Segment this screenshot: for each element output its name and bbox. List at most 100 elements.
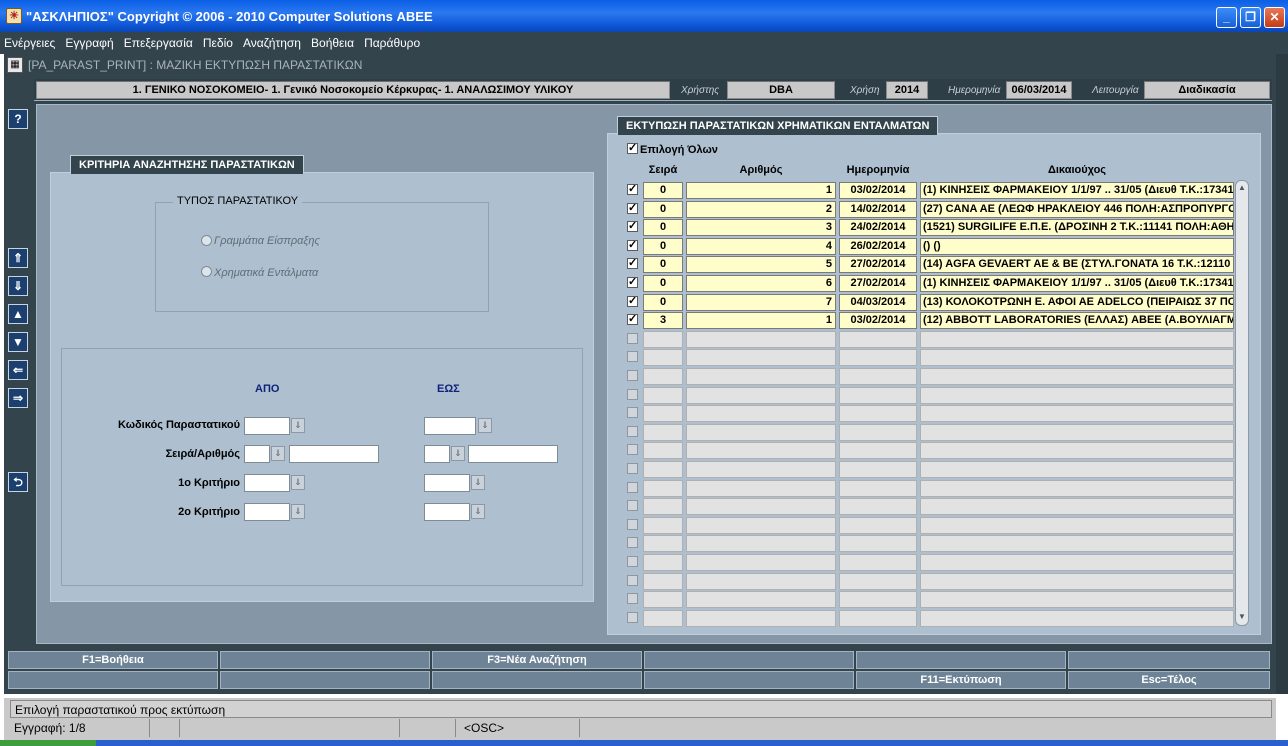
- cell-series[interactable]: [643, 368, 683, 385]
- start-button[interactable]: [0, 740, 96, 746]
- cell-number[interactable]: [686, 554, 836, 571]
- row-checkbox[interactable]: [627, 351, 638, 362]
- cell-beneficiary[interactable]: [920, 368, 1234, 385]
- cell-beneficiary[interactable]: [920, 405, 1234, 422]
- cell-date[interactable]: [839, 349, 917, 366]
- cell-series[interactable]: [643, 573, 683, 590]
- cell-series[interactable]: 3: [643, 312, 683, 329]
- f1-help-button[interactable]: F1=Βοήθεια: [8, 651, 218, 669]
- cell-date[interactable]: [839, 424, 917, 441]
- row-checkbox[interactable]: [627, 519, 638, 530]
- cell-number[interactable]: [686, 610, 836, 627]
- cell-date[interactable]: [839, 405, 917, 422]
- row-checkbox[interactable]: ✓: [627, 258, 638, 269]
- cell-number[interactable]: [686, 535, 836, 552]
- cell-beneficiary[interactable]: [920, 554, 1234, 571]
- menu-actions[interactable]: Ενέργειες: [0, 32, 58, 50]
- undo-button[interactable]: ⮌: [8, 472, 28, 492]
- next-block-button[interactable]: ⇒: [8, 388, 28, 408]
- first-record-button[interactable]: ⇑: [8, 248, 28, 268]
- cell-date[interactable]: 04/03/2014: [839, 294, 917, 311]
- menu-field[interactable]: Πεδίο: [199, 32, 236, 50]
- cell-number[interactable]: [686, 498, 836, 515]
- row-checkbox[interactable]: [627, 444, 638, 455]
- cell-date[interactable]: [839, 331, 917, 348]
- series-from-input[interactable]: [244, 445, 270, 463]
- cell-date[interactable]: [839, 554, 917, 571]
- cell-date[interactable]: 24/02/2014: [839, 219, 917, 236]
- row-checkbox[interactable]: [627, 500, 638, 511]
- cell-beneficiary[interactable]: [920, 331, 1234, 348]
- maximize-button[interactable]: ❐: [1240, 7, 1261, 28]
- cell-number[interactable]: 6: [686, 275, 836, 292]
- outer-scrollbar[interactable]: [1276, 54, 1288, 694]
- cell-beneficiary[interactable]: (13) ΚΟΛΟΚΟΤΡΩΝΗ Ε. ΑΦΟΙ ΑΕ ADELCO (ΠΕΙΡ…: [920, 294, 1234, 311]
- row-checkbox[interactable]: [627, 612, 638, 623]
- cell-number[interactable]: [686, 424, 836, 441]
- grid-scroll-up-icon[interactable]: ▲: [1237, 182, 1247, 194]
- cell-beneficiary[interactable]: [920, 480, 1234, 497]
- cell-series[interactable]: 0: [643, 256, 683, 273]
- cell-beneficiary[interactable]: (1) ΚΙΝΗΣΕΙΣ ΦΑΡΜΑΚΕΙΟΥ 1/1/97 .. 31/05 …: [920, 275, 1234, 292]
- menu-search[interactable]: Αναζήτηση: [239, 32, 304, 50]
- cell-date[interactable]: [839, 387, 917, 404]
- cell-number[interactable]: 1: [686, 182, 836, 199]
- cell-series[interactable]: [643, 349, 683, 366]
- cell-beneficiary[interactable]: (14) AGFA GEVAERT AE & BE (ΣΤΥΛ.ΓΟΝΑΤΑ 1…: [920, 256, 1234, 273]
- cell-number[interactable]: 3: [686, 219, 836, 236]
- row-checkbox[interactable]: [627, 426, 638, 437]
- series-to-lov-icon[interactable]: ⇓: [451, 446, 465, 461]
- select-all-checkbox[interactable]: ✓: [627, 143, 638, 154]
- cell-number[interactable]: [686, 517, 836, 534]
- cell-beneficiary[interactable]: (1) ΚΙΝΗΣΕΙΣ ΦΑΡΜΑΚΕΙΟΥ 1/1/97 .. 31/05 …: [920, 182, 1234, 199]
- cell-series[interactable]: 0: [643, 219, 683, 236]
- fkey-slot-6[interactable]: [1068, 651, 1270, 669]
- row-checkbox[interactable]: [627, 370, 638, 381]
- cell-number[interactable]: [686, 442, 836, 459]
- f3-new-search-button[interactable]: F3=Νέα Αναζήτηση: [432, 651, 642, 669]
- cell-beneficiary[interactable]: [920, 461, 1234, 478]
- code-to-input[interactable]: [424, 417, 476, 435]
- cell-date[interactable]: [839, 610, 917, 627]
- criterion1-to-lov-icon[interactable]: ⇓: [471, 475, 485, 490]
- menu-window[interactable]: Παράθυρο: [360, 32, 423, 50]
- code-from-lov-icon[interactable]: ⇓: [291, 418, 305, 433]
- cell-beneficiary[interactable]: (27) CANA AE (ΛΕΩΦ ΗΡΑΚΛΕΙΟΥ 446 ΠΟΛΗ:ΑΣ…: [920, 201, 1234, 218]
- cell-date[interactable]: [839, 535, 917, 552]
- cell-series[interactable]: [643, 405, 683, 422]
- menu-edit[interactable]: Επεξεργασία: [120, 32, 196, 50]
- cell-beneficiary[interactable]: [920, 535, 1234, 552]
- cell-date[interactable]: [839, 573, 917, 590]
- cell-date[interactable]: [839, 442, 917, 459]
- cell-number[interactable]: 1: [686, 312, 836, 329]
- cell-number[interactable]: [686, 405, 836, 422]
- menu-help[interactable]: Βοήθεια: [307, 32, 357, 50]
- f11-print-button[interactable]: F11=Εκτύπωση: [856, 671, 1066, 689]
- row-checkbox[interactable]: [627, 537, 638, 548]
- row-checkbox[interactable]: [627, 407, 638, 418]
- cell-date[interactable]: 14/02/2014: [839, 201, 917, 218]
- criterion2-to-lov-icon[interactable]: ⇓: [471, 504, 485, 519]
- cell-series[interactable]: [643, 554, 683, 571]
- criterion2-from-input[interactable]: [244, 503, 290, 521]
- cell-number[interactable]: [686, 349, 836, 366]
- cell-number[interactable]: [686, 368, 836, 385]
- row-checkbox[interactable]: [627, 482, 638, 493]
- cell-beneficiary[interactable]: [920, 610, 1234, 627]
- cell-series[interactable]: [643, 387, 683, 404]
- close-button[interactable]: ✕: [1264, 7, 1285, 28]
- cell-series[interactable]: [643, 591, 683, 608]
- cell-number[interactable]: 4: [686, 238, 836, 255]
- criterion1-to-input[interactable]: [424, 474, 470, 492]
- cell-series[interactable]: 0: [643, 294, 683, 311]
- cell-date[interactable]: 26/02/2014: [839, 238, 917, 255]
- cell-series[interactable]: [643, 461, 683, 478]
- cell-number[interactable]: [686, 461, 836, 478]
- cell-date[interactable]: 03/02/2014: [839, 182, 917, 199]
- cell-beneficiary[interactable]: [920, 573, 1234, 590]
- fkey-slot-5[interactable]: [856, 651, 1066, 669]
- previous-block-button[interactable]: ⇐: [8, 360, 28, 380]
- cell-series[interactable]: [643, 424, 683, 441]
- row-checkbox[interactable]: [627, 575, 638, 586]
- row-checkbox[interactable]: ✓: [627, 221, 638, 232]
